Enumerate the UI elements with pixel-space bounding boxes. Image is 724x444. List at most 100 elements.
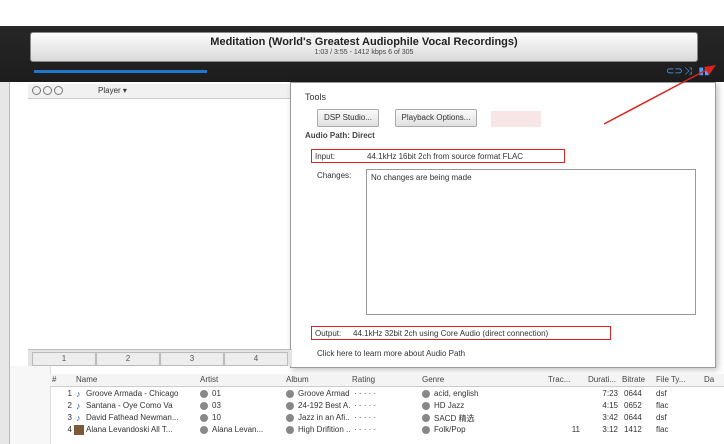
row-album: 24-192 Best A... — [298, 401, 350, 410]
row-name: David Fathead Newman... — [86, 413, 179, 422]
music-note-icon: ♪ — [76, 389, 81, 399]
input-value: 44.1kHz 16bit 2ch from source format FLA… — [367, 152, 524, 161]
col-artist[interactable]: Artist — [200, 375, 218, 384]
album-disc-icon — [286, 402, 294, 410]
genre-disc-icon — [422, 390, 430, 398]
row-track: 11 — [571, 425, 580, 434]
annotation-arrow — [603, 65, 716, 125]
highlight-smudge — [491, 111, 541, 127]
row-number: 3 — [67, 413, 72, 422]
track-title: Meditation (World's Greatest Audiophile … — [210, 36, 518, 48]
tab-2[interactable]: 2 — [96, 352, 160, 366]
row-name: Groove Armada - Chicago — [86, 389, 179, 398]
artist-disc-icon — [200, 402, 208, 410]
table-row[interactable]: 2 ♪ Santana - Oye Como Va 03 24-192 Best… — [50, 401, 724, 412]
forward-icon[interactable] — [43, 86, 52, 95]
col-track[interactable]: Trac... — [548, 375, 570, 384]
row-bitrate: 1412 — [624, 425, 642, 434]
progress-bar[interactable] — [34, 70, 207, 73]
row-filetype: flac — [656, 425, 669, 434]
row-artist: 01 — [212, 389, 221, 398]
table-row[interactable]: 3 ♪ David Fathead Newman... 10 Jazz in a… — [50, 413, 724, 424]
changes-label: Changes: — [317, 171, 352, 180]
row-name: Santana - Oye Como Va — [86, 401, 173, 410]
col-rating[interactable]: Rating — [352, 375, 375, 384]
left-pane-edge — [0, 82, 10, 444]
col-filetype[interactable]: File Ty... — [656, 375, 686, 384]
input-label: Input: — [315, 152, 336, 161]
tab-1[interactable]: 1 — [32, 352, 96, 366]
table-row[interactable]: 4 Alana Levandoski All T... Alana Levan.… — [50, 425, 724, 436]
player-menu[interactable]: Player ▾ — [98, 86, 127, 95]
music-note-icon: ♪ — [76, 413, 81, 423]
col-bitrate[interactable]: Bitrate — [622, 375, 645, 384]
row-rating[interactable]: · · · · · — [354, 413, 414, 422]
row-rating[interactable]: · · · · · — [354, 401, 414, 410]
playback-options-button[interactable]: Playback Options... — [395, 109, 477, 127]
row-rating[interactable]: · · · · · — [354, 425, 414, 434]
row-album: Jazz in an Afi... — [298, 413, 350, 422]
view-tabs: 1 2 3 4 — [28, 349, 292, 366]
row-genre: HD Jazz — [434, 401, 465, 410]
col-genre[interactable]: Genre — [422, 375, 444, 384]
row-artist: 10 — [212, 413, 221, 422]
changes-value: No changes are being made — [371, 173, 472, 182]
row-number: 1 — [67, 389, 72, 398]
home-icon[interactable] — [54, 86, 63, 95]
row-rating[interactable]: · · · · · — [354, 389, 414, 398]
artist-disc-icon — [200, 414, 208, 422]
col-date[interactable]: Da — [704, 375, 714, 384]
col-duration[interactable]: Durati... — [588, 375, 616, 384]
back-icon[interactable] — [32, 86, 41, 95]
output-label: Output: — [315, 329, 342, 338]
row-duration: 7:23 — [602, 389, 618, 398]
row-bitrate: 0644 — [624, 413, 642, 422]
bottom-left-pane — [10, 366, 51, 444]
row-duration: 3:42 — [602, 413, 618, 422]
col-name[interactable]: Name — [76, 375, 97, 384]
tab-4[interactable]: 4 — [224, 352, 288, 366]
row-number: 2 — [67, 401, 72, 410]
album-disc-icon — [286, 390, 294, 398]
genre-disc-icon — [422, 426, 430, 434]
row-bitrate: 0652 — [624, 401, 642, 410]
row-album: High Drifition ... — [298, 425, 350, 434]
row-filetype: dsf — [656, 413, 667, 422]
track-subline: 1:03 / 3:55 - 1412 kbps 6 of 305 — [314, 49, 414, 56]
col-number[interactable]: # — [52, 375, 56, 384]
album-disc-icon — [286, 426, 294, 434]
table-row[interactable]: 1 ♪ Groove Armada - Chicago 01 Groove Ar… — [50, 389, 724, 400]
col-album[interactable]: Album — [286, 375, 309, 384]
row-number: 4 — [67, 425, 72, 434]
genre-disc-icon — [422, 402, 430, 410]
row-bitrate: 0644 — [624, 389, 642, 398]
dsp-studio-button[interactable]: DSP Studio... — [317, 109, 379, 127]
player-toolbar: Player ▾ — [28, 84, 298, 99]
audio-path-title: Audio Path: Direct — [305, 131, 375, 140]
row-filetype: flac — [656, 401, 669, 410]
popup-title: Tools — [305, 92, 327, 102]
now-playing-display[interactable]: Meditation (World's Greatest Audiophile … — [30, 32, 698, 62]
genre-disc-icon — [422, 414, 430, 422]
row-genre: acid, english — [434, 389, 479, 398]
changes-box: No changes are being made — [366, 169, 696, 315]
music-note-icon: ♪ — [76, 401, 81, 411]
tab-3[interactable]: 3 — [160, 352, 224, 366]
row-genre: Folk/Pop — [434, 425, 466, 434]
table-header: # Name Artist Album Rating Genre Trac...… — [50, 374, 724, 387]
row-artist: 03 — [212, 401, 221, 410]
window-top-gap — [0, 0, 724, 26]
artist-disc-icon — [200, 426, 208, 434]
row-duration: 3:12 — [602, 425, 618, 434]
row-duration: 4:15 — [602, 401, 618, 410]
row-album: Groove Armad... — [298, 389, 350, 398]
album-disc-icon — [286, 414, 294, 422]
album-thumbnail — [74, 425, 84, 435]
row-genre: SACD 精选 — [434, 414, 475, 423]
row-name: Alana Levandoski All T... — [86, 425, 173, 434]
row-filetype: dsf — [656, 389, 667, 398]
learn-more-link[interactable]: Click here to learn more about Audio Pat… — [317, 349, 465, 358]
row-artist: Alana Levan... — [212, 425, 264, 434]
artist-disc-icon — [200, 390, 208, 398]
output-value: 44.1kHz 32bit 2ch using Core Audio (dire… — [353, 329, 549, 338]
